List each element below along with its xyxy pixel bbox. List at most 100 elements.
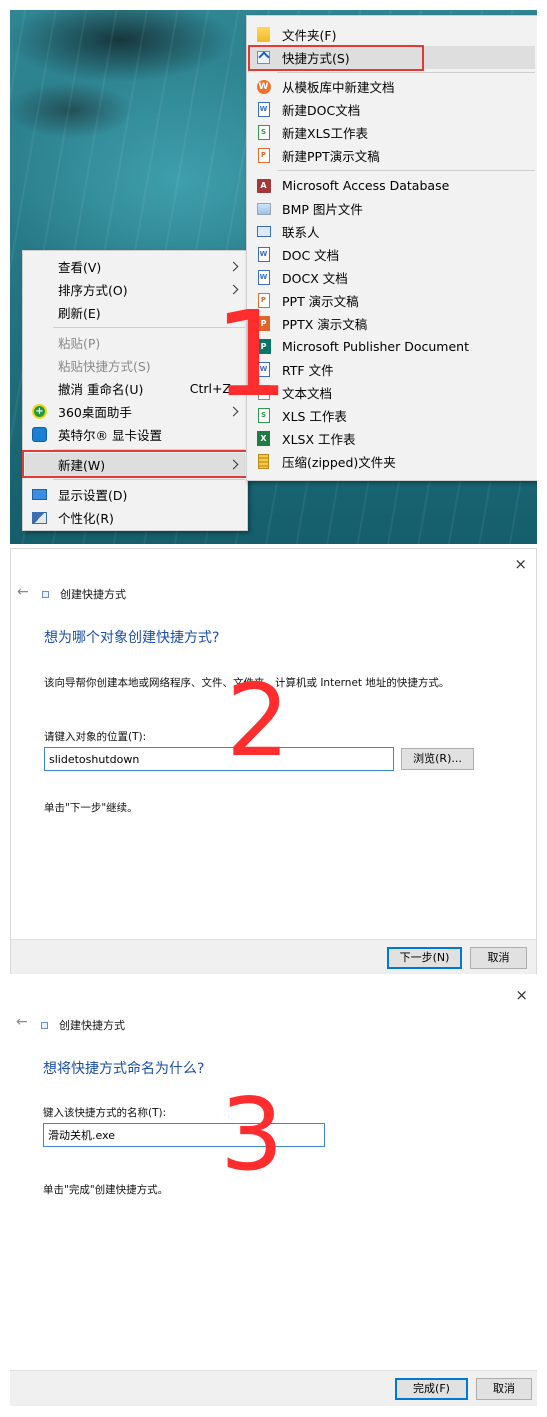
highlight-frame-new xyxy=(22,450,249,478)
menu-item-sort[interactable]: 排序方式(O) xyxy=(25,278,245,301)
bmp-icon xyxy=(256,201,271,216)
doc-icon: W xyxy=(256,247,271,262)
wizard-hint: 单击"下一步"继续。 xyxy=(44,802,138,814)
menu-item-label: 360桌面助手 xyxy=(58,405,132,420)
step-number-2: 2 xyxy=(226,662,290,779)
menu-item-label: 粘贴快捷方式(S) xyxy=(58,359,151,374)
back-arrow-icon[interactable]: ← xyxy=(16,1014,28,1030)
xlsx-icon: X xyxy=(256,431,271,446)
cancel-button[interactable]: 取消 xyxy=(470,947,527,969)
360-icon: + xyxy=(32,404,47,419)
shortcut-icon xyxy=(42,591,49,598)
submenu-item-new-ppt[interactable]: P 新建PPT演示文稿 xyxy=(249,144,535,167)
menu-separator xyxy=(277,72,535,73)
submenu-item-doc[interactable]: W DOC 文档 xyxy=(249,243,535,266)
submenu-item-label: PPT 演示文稿 xyxy=(282,294,359,309)
location-label: 请键入对象的位置(T): xyxy=(44,731,147,743)
submenu-item-label: XLS 工作表 xyxy=(282,409,347,424)
browse-button[interactable]: 浏览(R)... xyxy=(401,748,474,770)
highlight-frame-shortcut xyxy=(248,45,424,71)
submenu-item-contact[interactable]: 联系人 xyxy=(249,220,535,243)
menu-item-undo-rename[interactable]: 撤消 重命名(U) Ctrl+Z xyxy=(25,377,245,400)
wps-template-icon: W xyxy=(256,79,271,94)
menu-item-personalize[interactable]: 个性化(R) xyxy=(25,506,245,529)
submenu-item-label: 文本文档 xyxy=(282,386,333,401)
menu-item-display-settings[interactable]: 显示设置(D) xyxy=(25,483,245,506)
menu-item-paste-shortcut[interactable]: 粘贴快捷方式(S) xyxy=(25,354,245,377)
submenu-item-label: XLSX 工作表 xyxy=(282,432,356,447)
submenu-item-new-doc[interactable]: W 新建DOC文档 xyxy=(249,98,535,121)
submenu-item-folder[interactable]: 文件夹(F) xyxy=(249,23,535,46)
menu-item-label: 排序方式(O) xyxy=(58,283,128,298)
back-arrow-icon[interactable]: ← xyxy=(17,584,29,600)
new-submenu: 文件夹(F) 快捷方式(S) W 从模板库中新建文档 W 新建DOC文档 S 新… xyxy=(246,15,537,481)
menu-item-view[interactable]: 查看(V) xyxy=(25,255,245,278)
menu-item-intel-graphics[interactable]: 英特尔® 显卡设置 xyxy=(25,423,245,446)
cancel-button[interactable]: 取消 xyxy=(476,1378,532,1400)
wps-ppt-icon: P xyxy=(256,148,271,163)
create-shortcut-dialog-step1: × ← 创建快捷方式 想为哪个对象创建快捷方式? 该向导帮你创建本地或网络程序、… xyxy=(10,548,537,974)
submenu-item-publisher[interactable]: P Microsoft Publisher Document xyxy=(249,335,535,358)
menu-item-label: 粘贴(P) xyxy=(58,336,101,351)
submenu-item-label: Microsoft Publisher Document xyxy=(282,339,469,354)
name-label: 键入该快捷方式的名称(T): xyxy=(43,1107,167,1119)
close-icon[interactable]: × xyxy=(514,555,527,573)
menu-item-label: 英特尔® 显卡设置 xyxy=(58,428,162,443)
submenu-item-bmp[interactable]: BMP 图片文件 xyxy=(249,197,535,220)
dialog-title: 创建快捷方式 xyxy=(59,1019,125,1032)
close-icon[interactable]: × xyxy=(515,986,528,1004)
location-input[interactable] xyxy=(44,747,394,771)
submenu-item-label: BMP 图片文件 xyxy=(282,202,363,217)
wps-xls-icon: S xyxy=(256,125,271,140)
submenu-item-rtf[interactable]: W RTF 文件 xyxy=(249,358,535,381)
submenu-item-pptx[interactable]: P PPTX 演示文稿 xyxy=(249,312,535,335)
submenu-item-text-document[interactable]: ≡ 文本文档 xyxy=(249,381,535,404)
submenu-item-label: 新建XLS工作表 xyxy=(282,126,368,141)
shortcut-icon xyxy=(41,1022,48,1029)
dialog-footer: 完成(F) 取消 xyxy=(10,1370,537,1406)
docx-icon: W xyxy=(256,270,271,285)
submenu-item-xlsx[interactable]: X XLSX 工作表 xyxy=(249,427,535,450)
menu-item-360-desktop[interactable]: + 360桌面助手 xyxy=(25,400,245,423)
step-number-1: 1 xyxy=(214,285,290,423)
submenu-item-label: DOCX 文档 xyxy=(282,271,348,286)
submenu-item-zip-folder[interactable]: 压缩(zipped)文件夹 xyxy=(249,450,535,473)
submenu-item-label: 新建PPT演示文稿 xyxy=(282,149,380,164)
submenu-item-label: Microsoft Access Database xyxy=(282,178,450,193)
submenu-item-docx[interactable]: W DOCX 文档 xyxy=(249,266,535,289)
step-number-3: 3 xyxy=(220,1076,284,1193)
menu-item-refresh[interactable]: 刷新(E) xyxy=(25,301,245,324)
submenu-item-new-xls[interactable]: S 新建XLS工作表 xyxy=(249,121,535,144)
submenu-item-label: 文件夹(F) xyxy=(282,28,337,43)
wizard-heading: 想将快捷方式命名为什么? xyxy=(43,1061,205,1077)
dialog-footer: 下一步(N) 取消 xyxy=(11,939,536,974)
submenu-item-label: 新建DOC文档 xyxy=(282,103,361,118)
menu-item-label: 显示设置(D) xyxy=(58,488,128,503)
create-shortcut-dialog-step2: × ← 创建快捷方式 想将快捷方式命名为什么? 键入该快捷方式的名称(T): 单… xyxy=(10,980,537,1408)
submenu-item-label: 从模板库中新建文档 xyxy=(282,80,395,95)
wizard-hint: 单击"完成"创建快捷方式。 xyxy=(43,1184,169,1196)
access-icon: A xyxy=(256,178,271,193)
submenu-item-template-library[interactable]: W 从模板库中新建文档 xyxy=(249,75,535,98)
menu-item-label: 个性化(R) xyxy=(58,511,114,526)
display-settings-icon xyxy=(32,487,47,502)
menu-separator xyxy=(53,479,245,480)
intel-graphics-icon xyxy=(32,427,47,442)
contact-icon xyxy=(256,224,271,239)
wizard-heading: 想为哪个对象创建快捷方式? xyxy=(44,630,220,646)
menu-item-paste[interactable]: 粘贴(P) xyxy=(25,331,245,354)
menu-item-label: 刷新(E) xyxy=(58,306,101,321)
submenu-item-access-db[interactable]: A Microsoft Access Database xyxy=(249,174,535,197)
menu-separator xyxy=(277,170,535,171)
finish-button[interactable]: 完成(F) xyxy=(395,1378,468,1400)
next-button[interactable]: 下一步(N) xyxy=(387,947,462,969)
submenu-item-ppt[interactable]: P PPT 演示文稿 xyxy=(249,289,535,312)
menu-item-label: 查看(V) xyxy=(58,260,102,275)
submenu-item-label: 联系人 xyxy=(282,225,320,240)
submenu-item-label: RTF 文件 xyxy=(282,363,334,378)
dialog-title: 创建快捷方式 xyxy=(60,588,126,601)
submenu-item-xls[interactable]: S XLS 工作表 xyxy=(249,404,535,427)
submenu-item-label: PPTX 演示文稿 xyxy=(282,317,368,332)
submenu-item-label: DOC 文档 xyxy=(282,248,340,263)
menu-item-label: 撤消 重命名(U) xyxy=(58,382,144,397)
